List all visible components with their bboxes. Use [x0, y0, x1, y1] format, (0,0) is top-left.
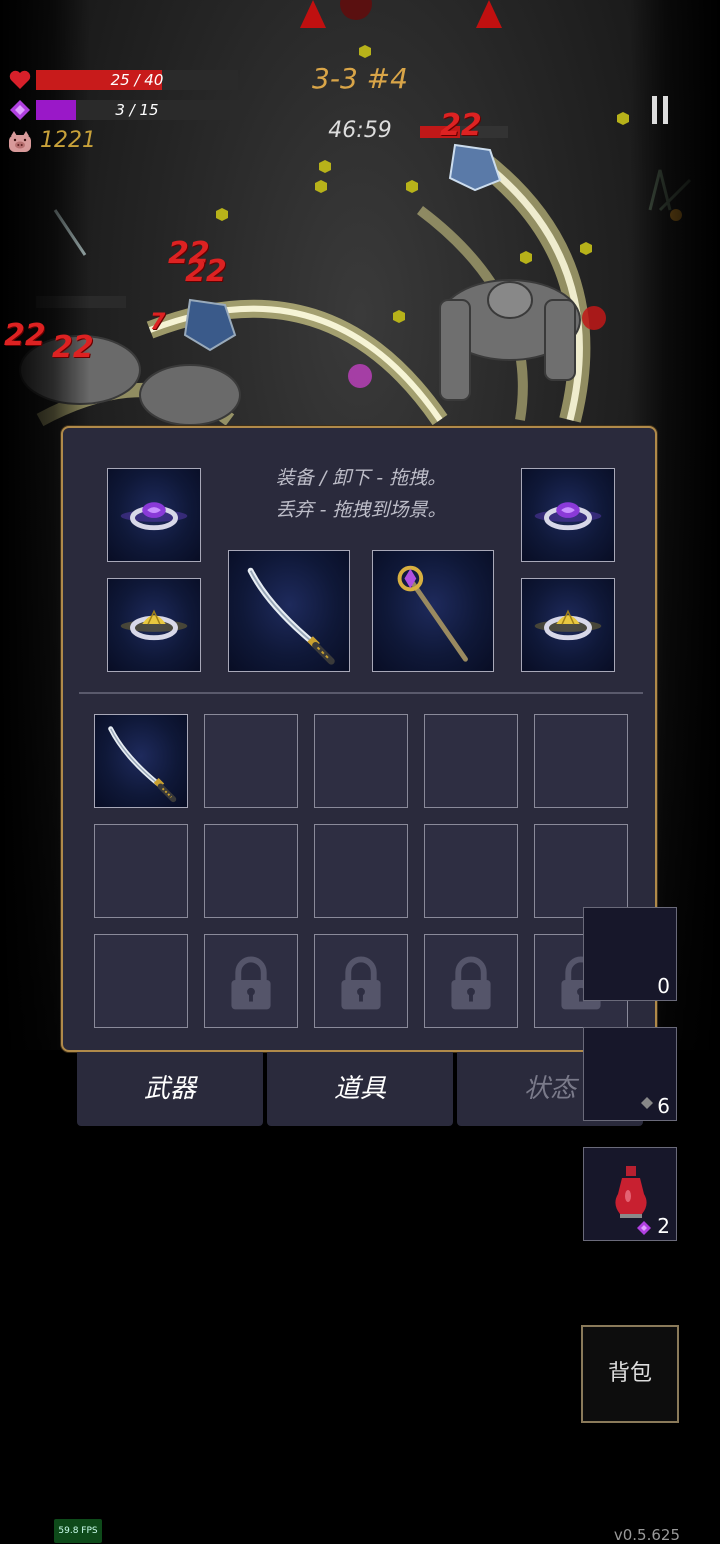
side-item-slot[interactable]: 0 [583, 907, 677, 1001]
inventory-slot[interactable] [314, 824, 408, 918]
damage-number: 22 [185, 254, 227, 289]
katana-icon [108, 726, 177, 803]
hint-line-equip: 装备 / 卸下 - 拖拽。 [275, 467, 447, 489]
inventory-slot-locked [314, 934, 408, 1028]
inventory-slot-locked [204, 934, 298, 1028]
inventory-slot[interactable] [94, 934, 188, 1028]
purple-ring-icon [120, 502, 188, 531]
inventory-hint: 装备 / 卸下 - 拖拽。 丢弃 - 拖拽到场景。 [243, 462, 479, 526]
equip-slot-weapon-1[interactable] [228, 550, 350, 672]
lock-icon [451, 956, 491, 1010]
inventory-slot[interactable] [314, 714, 408, 808]
damage-number: 22 [4, 318, 46, 353]
damage-number: 22 [52, 330, 94, 365]
purple-ring-icon [534, 502, 602, 531]
side-item-count: 0 [657, 974, 670, 998]
inventory-slot[interactable] [534, 714, 628, 808]
mp-bar: 3 / 15 [36, 100, 238, 120]
equip-slot-ring-top-right[interactable] [521, 468, 615, 562]
lock-icon [231, 956, 271, 1010]
inventory-slot[interactable] [204, 714, 298, 808]
side-item-count: 6 [657, 1094, 670, 1118]
inventory-slot[interactable] [94, 714, 188, 808]
equip-slot-ring-top-left[interactable] [107, 468, 201, 562]
pause-icon [652, 96, 657, 124]
gold-ring-icon [534, 609, 602, 641]
equip-slot-weapon-2[interactable] [372, 550, 494, 672]
version-label: v0.5.625 [613, 1526, 680, 1544]
equip-slot-ring-bottom-right[interactable] [521, 578, 615, 672]
tab-weapons[interactable]: 武器 [77, 1052, 263, 1126]
tab-items[interactable]: 道具 [267, 1052, 453, 1126]
mana-gem-icon [641, 1097, 653, 1109]
stage-label: 3-3 #4 [312, 62, 408, 95]
inventory-panel: 装备 / 卸下 - 拖拽。 丢弃 - 拖拽到场景。 [61, 426, 657, 1052]
mp-text: 3 / 15 [115, 101, 159, 119]
golem-enemy [439, 279, 581, 401]
hint-line-discard: 丢弃 - 拖拽到场景。 [275, 499, 447, 521]
inventory-slot-locked [424, 934, 518, 1028]
side-item-slot[interactable]: 6 [583, 1027, 677, 1121]
backpack-button[interactable]: 背包 [581, 1325, 679, 1423]
damage-number: 7 [150, 310, 166, 335]
pause-button[interactable] [642, 92, 678, 128]
timer: 46:59 [328, 118, 392, 143]
mana-gem-icon [637, 1221, 651, 1235]
inventory-slot[interactable] [534, 824, 628, 918]
lock-icon [341, 956, 381, 1010]
side-item-potion-slot[interactable]: 2 [583, 1147, 677, 1241]
panel-divider [79, 692, 643, 694]
gold-ring-icon [120, 609, 188, 641]
katana-icon [247, 567, 335, 665]
inventory-slot[interactable] [94, 824, 188, 918]
pause-icon [663, 96, 668, 124]
fps-counter: 59.8 FPS [54, 1519, 102, 1543]
inventory-slot[interactable] [424, 824, 518, 918]
inventory-slot[interactable] [204, 824, 298, 918]
equip-slot-ring-bottom-left[interactable] [107, 578, 201, 672]
inventory-slot[interactable] [424, 714, 518, 808]
staff-icon [397, 565, 468, 662]
side-item-count: 2 [657, 1214, 670, 1238]
game-screen: 22 22 22 22 7 22 25 / 40 3 / 15 1221 3-3… [0, 0, 720, 1544]
